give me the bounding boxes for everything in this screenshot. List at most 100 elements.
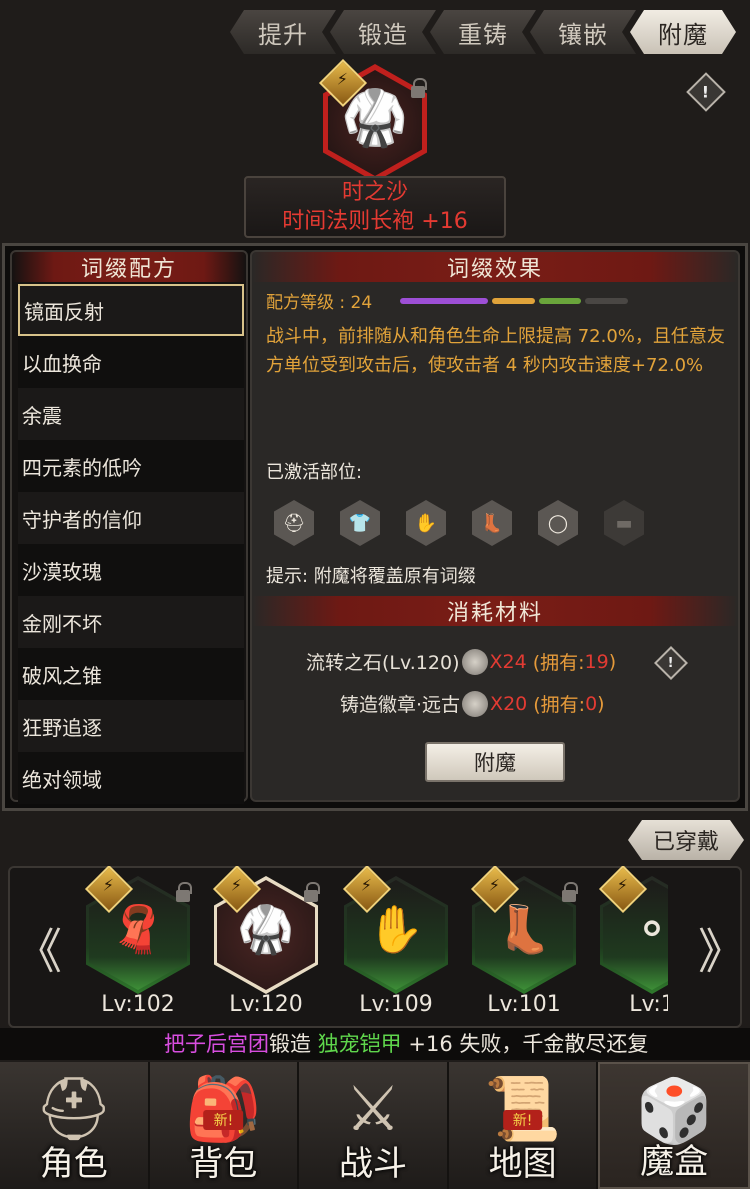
nav-label: 角色: [39, 1144, 108, 1184]
recipe-item[interactable]: 沙漠玫瑰: [18, 544, 244, 596]
ticker-rest: +16 失败，千金散尽还复: [401, 1032, 649, 1056]
nav-character[interactable]: ⛑ 角色: [0, 1062, 150, 1189]
carousel-prev-button[interactable]: 《: [14, 912, 62, 982]
ticker-item[interactable]: 独宠铠甲: [318, 1032, 402, 1056]
new-badge: 新!: [502, 1110, 543, 1130]
armor-icon: 👕: [340, 500, 380, 546]
activated-slots-label: 已激活部位:: [266, 462, 363, 483]
carousel-track: 🧣 Lv:102 🥋 Lv:120 ✋ Lv:109 👢 Lv:101 ⚬ Lv…: [60, 866, 668, 1028]
equipment-level: Lv:120: [229, 992, 303, 1017]
effect-panel-title: 词缀效果: [252, 252, 738, 282]
lock-icon: [176, 882, 192, 902]
recipe-grade: 配方等级 : 24: [266, 293, 373, 313]
scarf-icon: 🧣: [109, 902, 167, 956]
new-badge: 新!: [203, 1110, 244, 1130]
effect-panel: 词缀效果 配方等级 : 24 战斗中，前排随从和角色生命上限提高 72.0%，且…: [250, 250, 740, 802]
ring-icon: ◯: [538, 500, 578, 546]
tab-inlay[interactable]: 镶嵌: [530, 10, 636, 54]
carousel-next-button[interactable]: 》: [698, 912, 746, 982]
grade-bar-segment: [492, 298, 535, 304]
recipe-item[interactable]: 守护者的信仰: [18, 492, 244, 544]
enchant-button[interactable]: 附魔: [425, 742, 565, 782]
nav-magic-box[interactable]: 🎲 魔盒: [598, 1062, 750, 1189]
equipment-level: Lv:101: [487, 992, 561, 1017]
material-qty: X20: [490, 692, 528, 715]
material-row: 铸造徽章·远古 X20 (拥有: 0 ): [340, 690, 605, 717]
badge-icon: [462, 690, 489, 717]
tab-upgrade[interactable]: 提升: [230, 10, 336, 54]
helmet-icon: ⛑: [34, 1072, 114, 1145]
necklace-icon: ⚬: [632, 902, 668, 956]
nav-label: 战斗: [338, 1144, 407, 1184]
material-info-icon[interactable]: !: [654, 646, 688, 680]
equipped-button[interactable]: 已穿戴: [628, 820, 744, 860]
equipment-card-selected[interactable]: 🥋 Lv:120: [212, 866, 320, 1026]
item-name: 时间法则长袍 +16: [282, 209, 468, 234]
equipment-level: Lv:109: [359, 992, 433, 1017]
greaves-icon: 👢: [495, 902, 553, 956]
equipment-card[interactable]: 👢 Lv:101: [470, 866, 578, 1026]
ticker-player[interactable]: 把子后宫团: [164, 1032, 269, 1056]
lock-icon: [562, 882, 578, 902]
help-icon[interactable]: !: [686, 72, 726, 112]
recipe-item[interactable]: 余震: [18, 388, 244, 440]
equipment-card[interactable]: 🧣 Lv:102: [84, 866, 192, 1026]
owned-count: 19: [584, 650, 609, 673]
equipment-level: Lv:102: [101, 992, 175, 1017]
equipment-card[interactable]: ✋ Lv:109: [342, 866, 448, 1026]
material-row: 流转之石(Lv.120) X24 (拥有: 19 ): [306, 648, 616, 675]
recipe-item[interactable]: 四元素的低吟: [18, 440, 244, 492]
lock-icon: [411, 78, 427, 98]
recipe-item[interactable]: 绝对领域: [18, 752, 244, 804]
owned-suffix: ): [608, 650, 617, 673]
material-qty: X24: [489, 650, 527, 673]
grade-bar-segment: [400, 298, 489, 304]
owned-prefix: (拥有:: [533, 694, 586, 716]
recipe-list[interactable]: 镜面反射 以血换命 余震 四元素的低吟 守护者的信仰 沙漠玫瑰 金刚不坏 破风之…: [18, 284, 244, 804]
stone-icon: [461, 648, 488, 675]
gauntlet-icon: ✋: [367, 902, 425, 956]
equipment-level: Lv:1: [629, 992, 668, 1017]
enhance-tabs: 提升 锻造 重铸 镶嵌 附魔: [236, 10, 736, 54]
robe-icon: 🥋: [237, 902, 295, 956]
recipe-item[interactable]: 破风之锥: [18, 648, 244, 700]
grade-bar-segment: [538, 298, 582, 304]
grade-bar: [400, 298, 628, 304]
sword-shield-icon: ⚔: [345, 1072, 401, 1145]
lock-icon: [304, 882, 320, 902]
helmet-icon: ⛑: [274, 500, 314, 546]
nav-map[interactable]: 📜 新! 地图: [449, 1062, 599, 1189]
recipe-item[interactable]: 金刚不坏: [18, 596, 244, 648]
glove-icon: ✋: [406, 500, 446, 546]
tab-enchant[interactable]: 附魔: [630, 10, 736, 54]
recipe-item[interactable]: 以血换命: [18, 336, 244, 388]
belt-icon: ▬: [604, 500, 644, 546]
material-name: 流转之石(Lv.120): [306, 652, 460, 674]
owned-prefix: (拥有:: [532, 652, 585, 674]
nav-backpack[interactable]: 🎒 新! 背包: [150, 1062, 300, 1189]
ticker-action: 锻造: [269, 1032, 318, 1056]
owned-count: 0: [585, 692, 598, 715]
nav-battle[interactable]: ⚔ 战斗: [299, 1062, 449, 1189]
backpack-icon: 🎒: [184, 1072, 262, 1145]
tab-forge[interactable]: 锻造: [330, 10, 436, 54]
materials-title: 消耗材料: [252, 596, 738, 626]
enchant-hint: 提示: 附魔将覆盖原有词缀: [266, 566, 476, 587]
bottom-nav: ⛑ 角色 🎒 新! 背包 ⚔ 战斗 📜 新! 地图 🎲 魔盒: [0, 1062, 750, 1189]
scroll-icon: 📜: [483, 1072, 562, 1145]
owned-suffix: ): [597, 692, 605, 715]
activated-slots: ⛑ 👕 ✋ 👢 ◯ ▬: [274, 500, 644, 546]
material-name: 铸造徽章·远古: [340, 694, 461, 716]
recipe-item[interactable]: 狂野追逐: [18, 700, 244, 752]
grade-bar-segment: [585, 298, 628, 304]
recipe-panel-title: 词缀配方: [12, 252, 246, 282]
nav-label: 魔盒: [640, 1142, 709, 1182]
item-name-plate: 时之沙 时间法则长袍 +16: [244, 176, 506, 238]
recipe-item[interactable]: 镜面反射: [18, 284, 244, 336]
effect-description: 战斗中，前排随从和角色生命上限提高 72.0%，且任意友方单位受到攻击后，使攻击…: [266, 326, 725, 376]
item-set-name: 时之沙: [341, 180, 408, 205]
tab-recast[interactable]: 重铸: [430, 10, 536, 54]
recipe-panel: 词缀配方 镜面反射 以血换命 余震 四元素的低吟 守护者的信仰 沙漠玫瑰 金刚不…: [10, 250, 248, 804]
boots-icon: 👢: [472, 500, 512, 546]
equipment-card[interactable]: ⚬ Lv:1: [598, 866, 668, 1026]
